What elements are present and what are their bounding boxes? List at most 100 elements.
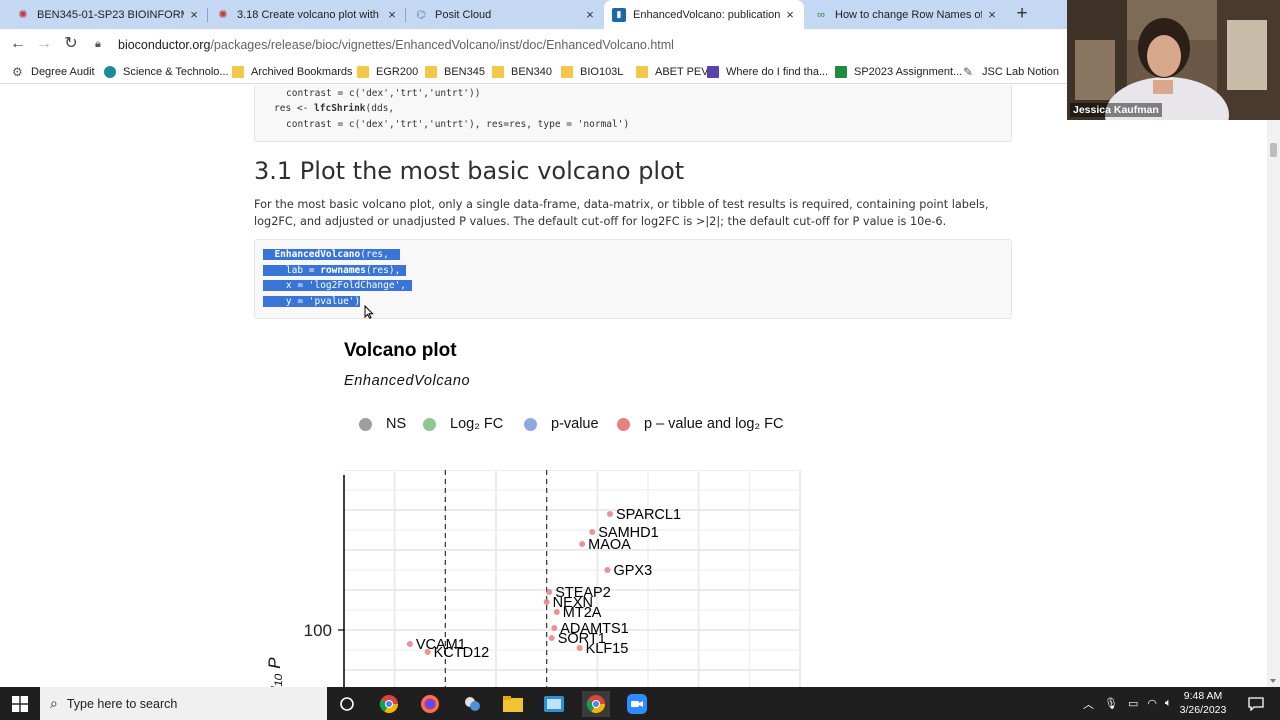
- tab-volcano-lesson[interactable]: ✺ 3.18 Create volcano plot with lin ×: [208, 0, 406, 29]
- tab-title: EnhancedVolcano: publication-re: [633, 8, 780, 21]
- code-line-selected[interactable]: EnhancedVolcano(res,: [263, 249, 401, 260]
- data-point: [553, 609, 560, 615]
- folder-icon: [492, 66, 504, 78]
- folder-icon: [425, 66, 437, 78]
- data-point: [589, 529, 596, 535]
- windows-start-icon[interactable]: [0, 687, 40, 720]
- code-line-selected[interactable]: lab = rownames(res),: [263, 265, 407, 276]
- data-point: [604, 567, 611, 573]
- legend-item-pvalue-and-log2fc: p – value and log₂ FC: [617, 416, 783, 432]
- close-icon[interactable]: ×: [584, 7, 596, 22]
- address-bar[interactable]: 🔒︎ bioconductor.org/packages/release/bio…: [90, 32, 1070, 57]
- chrome-active-icon[interactable]: [582, 691, 610, 717]
- section-paragraph: For the most basic volcano plot, only a …: [254, 198, 989, 228]
- bookmark-archived[interactable]: Archived Bookmards: [232, 64, 353, 80]
- close-icon[interactable]: ×: [188, 7, 200, 22]
- tab-enhancedvolcano[interactable]: ▮ EnhancedVolcano: publication-re ×: [604, 0, 804, 29]
- new-tab-button[interactable]: +: [1012, 4, 1032, 24]
- y-tick-label: 100: [304, 621, 332, 640]
- data-point: [607, 511, 613, 517]
- scroll-down-icon[interactable]: [1270, 679, 1276, 683]
- clock-time: 9:48 AM: [1183, 690, 1223, 702]
- data-point: [543, 599, 550, 605]
- notifications-icon[interactable]: [1243, 691, 1269, 717]
- bookmark-degree-audit[interactable]: ⚙ Degree Audit: [12, 64, 95, 80]
- legend-dot: [524, 417, 537, 431]
- bookmark-science-tech[interactable]: Science & Technolo...: [104, 64, 229, 80]
- legend-dot: [423, 417, 436, 431]
- code-line-selected[interactable]: x = 'log2FoldChange',: [263, 280, 412, 291]
- point-label: MT2A: [563, 605, 602, 621]
- code-block-lfcshrink: contrast = c('dex','trt','untrt')) res <…: [254, 85, 1012, 142]
- bookmark-sp2023[interactable]: SP2023 Assignment...: [835, 64, 962, 80]
- bioconductor-icon: ✺: [218, 9, 228, 21]
- data-point: [546, 589, 553, 595]
- taskbar-search-box[interactable]: ⌕ Type here to search: [40, 687, 327, 720]
- bookmark-where-find[interactable]: Where do I find tha...: [707, 64, 828, 80]
- forward-icon[interactable]: →: [34, 34, 54, 54]
- tutorial-icon: ∞: [817, 8, 825, 21]
- point-label: MAOA: [588, 537, 631, 553]
- close-icon[interactable]: ×: [986, 7, 998, 22]
- participant-name: Jessica Kaufman: [1070, 103, 1162, 117]
- app-icon[interactable]: [459, 691, 485, 717]
- close-icon[interactable]: ×: [386, 7, 398, 22]
- bookmark-jsc-lab[interactable]: ✎ JSC Lab Notion: [963, 64, 1059, 80]
- point-label: KLF15: [586, 641, 629, 657]
- wifi-icon[interactable]: ◠: [1147, 697, 1157, 710]
- sheets-icon: [835, 66, 847, 78]
- url-host: bioconductor.org: [118, 37, 211, 52]
- reload-icon[interactable]: ↻: [61, 34, 81, 54]
- chrome-icon[interactable]: [376, 691, 402, 717]
- tab-title: BEN345-01-SP23 BIOINFORMATI: [37, 8, 184, 21]
- search-placeholder: Type here to search: [66, 696, 178, 711]
- bookmark-egr200[interactable]: EGR200: [357, 64, 418, 80]
- taskbar-clock[interactable]: 9:48 AM 3/26/2023: [1168, 689, 1238, 717]
- data-point: [579, 541, 586, 547]
- webcam-video: [1067, 0, 1280, 120]
- volcano-plot: 100-Log₁₀ PSPARCL1SAMHD1MAOAGPX3STEAP2NE…: [265, 470, 801, 687]
- firefox-icon[interactable]: [417, 691, 443, 717]
- code-line: res <- lfcShrink(dds,: [274, 103, 395, 114]
- pen-icon: ✎: [963, 65, 974, 79]
- screen-capture-icon[interactable]: [541, 691, 567, 717]
- page-content: contrast = c('dex','trt','untrt')) res <…: [0, 85, 1267, 687]
- tab-posit-cloud[interactable]: ⌬ Posit Cloud ×: [406, 0, 604, 29]
- scroll-thumb[interactable]: [1270, 143, 1277, 157]
- clock-date: 3/26/2023: [1179, 704, 1227, 716]
- legend-dot: [359, 417, 372, 431]
- code-line-selected[interactable]: y = 'pvalue'): [263, 296, 361, 307]
- webcam-overlay: Jessica Kaufman: [1067, 0, 1280, 120]
- url-path: /packages/release/bioc/vignettes/Enhance…: [210, 37, 674, 52]
- data-point: [424, 649, 431, 655]
- chevron-up-icon[interactable]: ︿: [1083, 696, 1094, 712]
- tab-row-names[interactable]: ∞ How to change Row Names of D ×: [806, 0, 1006, 29]
- lock-icon: 🔒︎: [95, 38, 101, 50]
- battery-icon[interactable]: ▭: [1128, 697, 1138, 710]
- close-icon[interactable]: ×: [784, 7, 796, 22]
- gear-icon: ⚙: [12, 65, 23, 79]
- back-icon[interactable]: ←: [8, 34, 28, 54]
- bookmark-ben345[interactable]: BEN345: [425, 64, 485, 80]
- data-point: [548, 635, 555, 641]
- file-explorer-icon[interactable]: [500, 691, 526, 717]
- legend-dot: [617, 417, 630, 431]
- chart-title: Volcano plot: [344, 340, 457, 361]
- microphone-icon[interactable]: 🎙︎: [1104, 697, 1118, 710]
- bookmark-bio103l[interactable]: BIO103L: [561, 64, 623, 80]
- globe-icon: [104, 66, 116, 78]
- search-icon: ⌕: [50, 695, 58, 711]
- tab-title: Posit Cloud: [435, 8, 492, 21]
- data-point: [576, 645, 583, 651]
- system-tray: ︿ 🎙︎ ▭ ◠ 🔈︎: [1083, 687, 1172, 720]
- legend-item-ns: NS: [359, 416, 406, 432]
- zoom-icon[interactable]: [624, 691, 650, 717]
- tab-ben345[interactable]: ✺ BEN345-01-SP23 BIOINFORMATI ×: [8, 0, 208, 29]
- folder-icon: [232, 66, 244, 78]
- bookmark-abet-pev[interactable]: ABET PEV: [636, 64, 709, 80]
- page-scrollbar[interactable]: [1267, 85, 1280, 687]
- data-point: [551, 625, 558, 631]
- point-label: GPX3: [613, 563, 652, 579]
- task-view-icon[interactable]: [334, 691, 360, 717]
- bookmark-ben340[interactable]: BEN340: [492, 64, 552, 80]
